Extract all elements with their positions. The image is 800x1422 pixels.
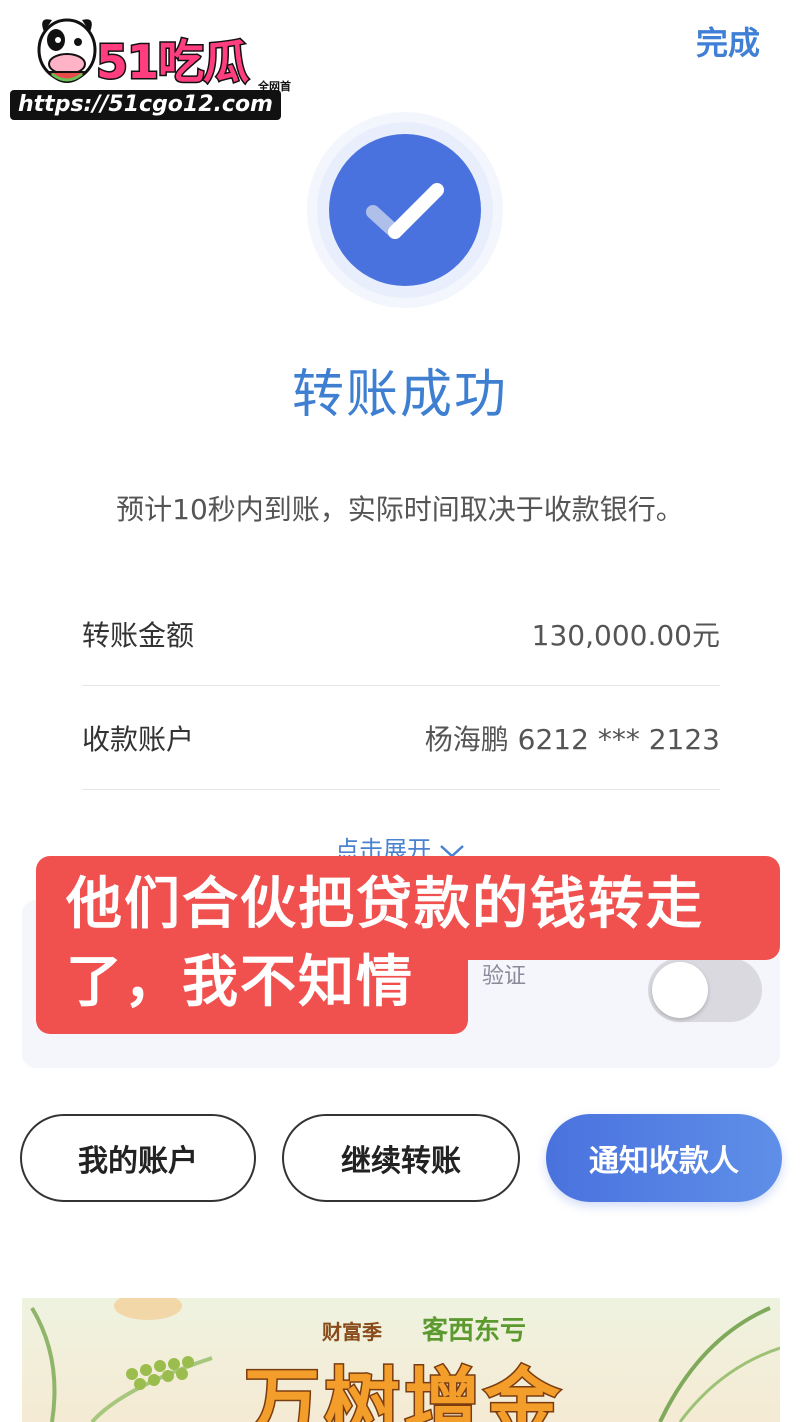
caption-line: 了，我不知情 <box>66 950 414 1015</box>
notify-payee-button[interactable]: 通知收款人 <box>546 1114 782 1202</box>
caption-overlay: 他们合伙把贷款的钱转走 了，我不知情 <box>66 866 766 1022</box>
banner-tag: 财富季 <box>322 1320 382 1344</box>
leaf-icon <box>658 1306 780 1422</box>
caption-line: 他们合伙把贷款的钱转走 <box>66 872 704 937</box>
watermark-url: https://51cgo12.com <box>10 90 281 120</box>
result-title: 转账成功 <box>291 365 508 425</box>
promo-banner[interactable]: 财富季 客西东亏 万树增金 <box>22 1298 780 1422</box>
watermark-logo: 51吃瓜 <box>94 34 250 91</box>
detail-row-amount: 转账金额 130,000.00元 <box>82 582 720 686</box>
success-check-icon <box>307 112 503 308</box>
detail-label: 转账金额 <box>82 618 195 652</box>
continue-transfer-button[interactable]: 继续转账 <box>282 1114 520 1202</box>
watermark: 51吃瓜 全网首发 https://51cgo12.com <box>10 6 300 120</box>
rice-plant-icon <box>30 1298 213 1422</box>
detail-label: 收款账户 <box>82 722 195 756</box>
detail-value: 130,000.00元 <box>531 618 720 652</box>
my-account-button[interactable]: 我的账户 <box>20 1114 256 1202</box>
cow-mascot-icon <box>37 18 97 83</box>
banner-title: 万树增金 <box>243 1358 564 1422</box>
detail-row-account: 收款账户 杨海鹏 6212 *** 2123 <box>82 686 720 790</box>
done-button[interactable]: 完成 <box>696 18 760 64</box>
result-subtitle: 预计10秒内到账，实际时间取决于收款银行。 <box>116 493 684 526</box>
detail-value: 杨海鹏 6212 *** 2123 <box>424 722 720 756</box>
